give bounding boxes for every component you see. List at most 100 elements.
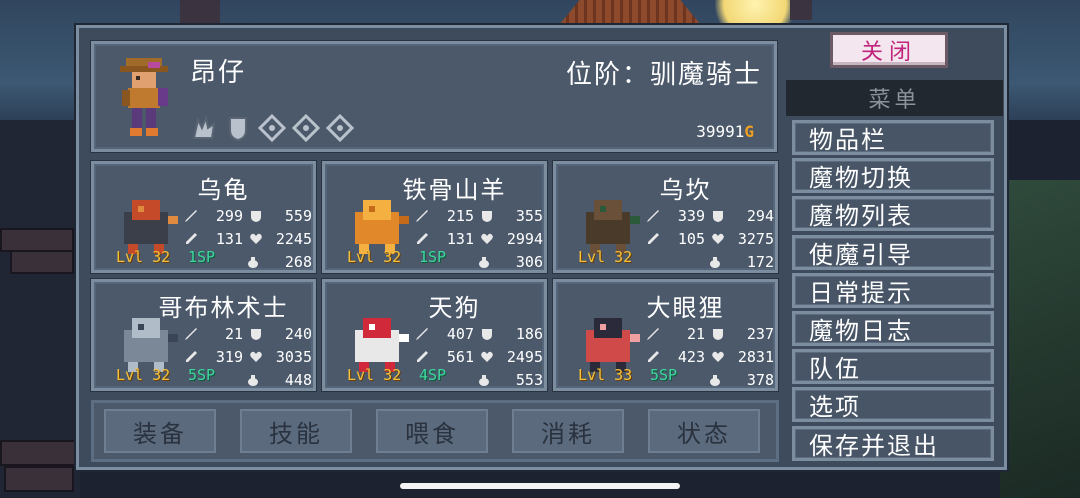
skill-points-label: 1SP <box>419 248 447 266</box>
tab-status[interactable]: 状态 <box>648 409 760 453</box>
menu-item-party[interactable]: 队伍 <box>792 349 994 384</box>
gold-icon: G <box>744 122 754 141</box>
defense-value: 355 <box>515 206 543 225</box>
mana-icon <box>479 374 489 386</box>
skill-points-label: 4SP <box>419 366 447 384</box>
attack-value: 21 <box>686 324 705 343</box>
attack-icon <box>416 327 428 340</box>
defense-value: 294 <box>746 206 774 225</box>
menu-item-save-and-quit[interactable]: 保存并退出 <box>792 426 994 461</box>
claw-badge-icon <box>192 114 216 139</box>
defense-value: 186 <box>515 324 543 343</box>
attack-icon <box>647 209 659 222</box>
mana-icon <box>710 256 720 268</box>
skill-points-label: 5SP <box>650 366 678 384</box>
health-value: 2831 <box>737 347 774 366</box>
magic-icon <box>417 350 428 362</box>
level-label: Lvl 32 <box>347 366 402 384</box>
menu-title: 菜单 <box>786 80 1003 116</box>
shield-badge-icon <box>229 117 247 142</box>
level-label: Lvl 32 <box>116 366 171 384</box>
magic-icon <box>648 232 659 244</box>
badge-row <box>190 114 354 142</box>
magic-icon <box>186 232 197 244</box>
right-hill <box>1000 180 1080 498</box>
attack-icon <box>416 209 428 222</box>
mana-value: 448 <box>284 370 312 389</box>
attack-icon <box>647 327 659 340</box>
mana-value: 553 <box>515 370 543 389</box>
health-icon <box>481 233 493 244</box>
left-wall <box>0 120 80 498</box>
health-value: 3035 <box>275 347 312 366</box>
monster-card[interactable]: 乌龟 299 559 131 2245 268 Lvl 32 1SP <box>91 161 316 273</box>
defense-value: 559 <box>284 206 312 225</box>
level-label: Lvl 32 <box>578 248 633 266</box>
defense-icon <box>713 328 723 340</box>
monster-sprite <box>124 318 178 372</box>
menu-item-options[interactable]: 选项 <box>792 387 994 422</box>
menu-item-daily-tips[interactable]: 日常提示 <box>792 273 994 308</box>
tab-equipment[interactable]: 装备 <box>104 409 216 453</box>
mana-icon <box>479 256 489 268</box>
magic-value: 131 <box>446 229 474 248</box>
defense-icon <box>482 210 492 222</box>
hero-card: 昂仔 位阶：驯魔骑士 39991G <box>91 41 777 152</box>
health-value: 3275 <box>737 229 774 248</box>
health-icon <box>250 233 262 244</box>
menu-item-monster-list[interactable]: 魔物列表 <box>792 196 994 231</box>
tab-bar: 装备 技能 喂食 消耗 状态 <box>91 400 779 462</box>
defense-icon <box>482 328 492 340</box>
magic-value: 131 <box>215 229 243 248</box>
attack-icon <box>185 209 197 222</box>
magic-icon <box>186 350 197 362</box>
magic-value: 319 <box>215 347 243 366</box>
tab-skills[interactable]: 技能 <box>240 409 352 453</box>
menu-item-familiar-guide[interactable]: 使魔引导 <box>792 235 994 270</box>
gold-value: 39991 <box>696 122 745 141</box>
level-label: Lvl 32 <box>347 248 402 266</box>
empty-badge-icon <box>326 114 354 142</box>
mana-icon <box>248 256 258 268</box>
monster-sprite <box>355 200 409 254</box>
defense-icon <box>713 210 723 222</box>
pillar-top-right <box>790 0 812 20</box>
monster-card[interactable]: 乌坎 339 294 105 3275 172 Lvl 32 <box>553 161 778 273</box>
defense-value: 240 <box>284 324 312 343</box>
monster-card[interactable]: 铁骨山羊 215 355 131 2994 306 Lvl 32 1SP <box>322 161 547 273</box>
tab-consumables[interactable]: 消耗 <box>512 409 624 453</box>
menu-item-monster-switch[interactable]: 魔物切换 <box>792 158 994 193</box>
health-icon <box>481 351 493 362</box>
magic-icon <box>648 350 659 362</box>
hero-name: 昂仔 <box>190 58 247 88</box>
tab-feed[interactable]: 喂食 <box>376 409 488 453</box>
defense-icon <box>251 328 261 340</box>
attack-value: 339 <box>677 206 705 225</box>
close-button[interactable]: 关闭 <box>830 32 948 68</box>
monster-card[interactable]: 天狗 407 186 561 2495 553 Lvl 32 4SP <box>322 279 547 391</box>
attack-icon <box>185 327 197 340</box>
pillar-top-left <box>180 0 220 24</box>
mana-value: 378 <box>746 370 774 389</box>
menu-item-inventory[interactable]: 物品栏 <box>792 120 994 155</box>
health-icon <box>250 351 262 362</box>
skill-points-label: 5SP <box>188 366 216 384</box>
monster-sprite <box>124 200 178 254</box>
magic-value: 423 <box>677 347 705 366</box>
mana-value: 306 <box>515 252 543 271</box>
defense-icon <box>251 210 261 222</box>
mana-icon <box>248 374 258 386</box>
level-label: Lvl 33 <box>578 366 633 384</box>
monster-sprite <box>586 318 640 372</box>
monster-card[interactable]: 哥布林术士 21 240 319 3035 448 Lvl 32 5SP <box>91 279 316 391</box>
home-indicator[interactable] <box>400 483 680 489</box>
menu-item-monster-journal[interactable]: 魔物日志 <box>792 311 994 346</box>
level-label: Lvl 32 <box>116 248 171 266</box>
magic-value: 105 <box>677 229 705 248</box>
skill-points-label: 1SP <box>188 248 216 266</box>
monster-card[interactable]: 大眼狸 21 237 423 2831 378 Lvl 33 5SP <box>553 279 778 391</box>
hero-rank: 位阶：驯魔骑士 <box>565 60 762 90</box>
attack-value: 407 <box>446 324 474 343</box>
health-icon <box>712 351 724 362</box>
health-value: 2245 <box>275 229 312 248</box>
